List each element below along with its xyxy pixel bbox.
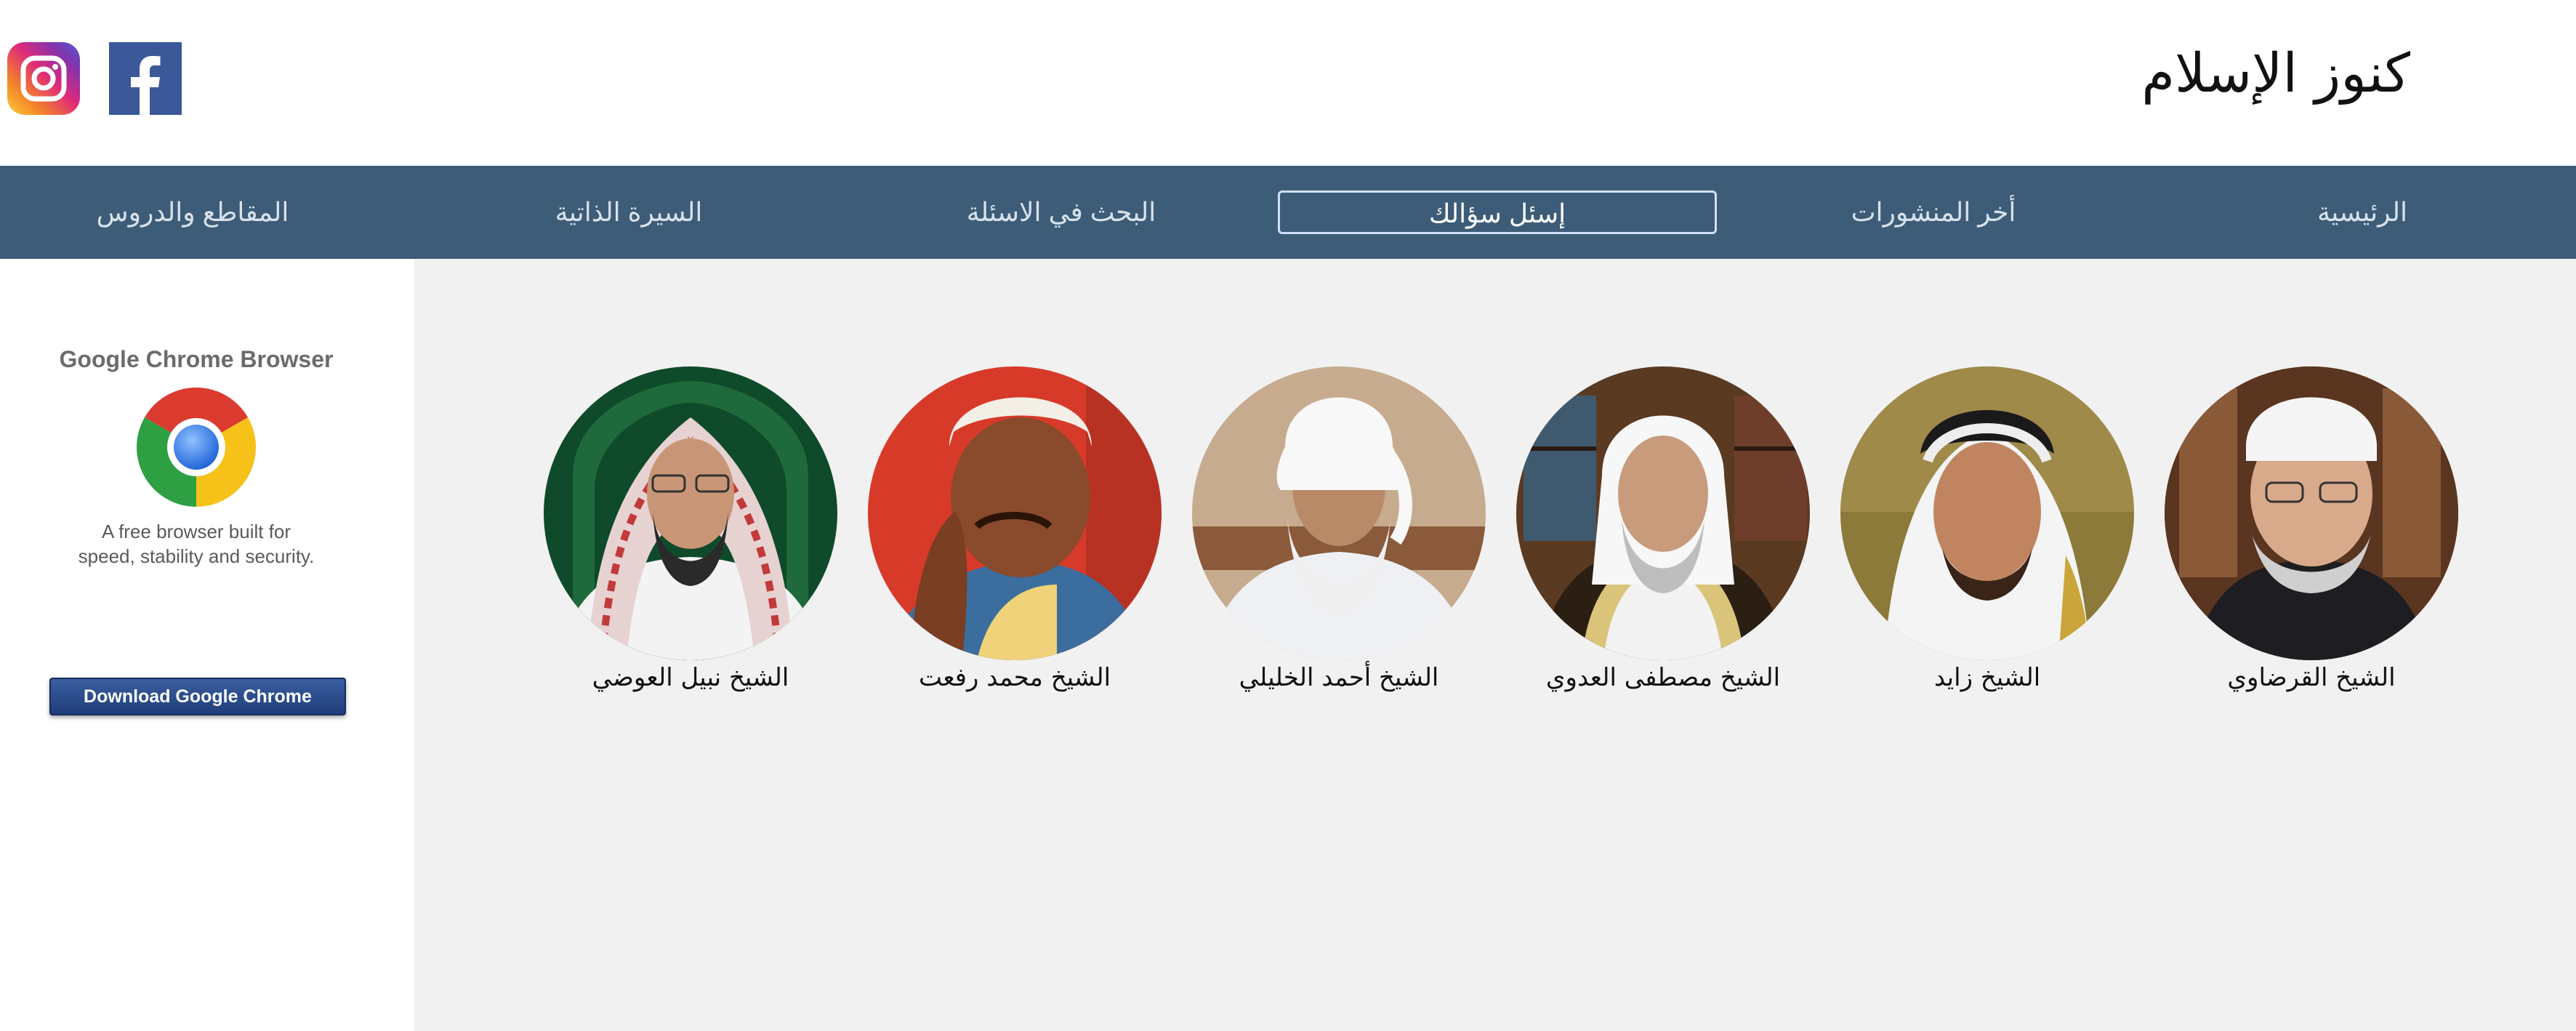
scholar-photo[interactable]: [2165, 366, 2458, 660]
scholar-card-qaradawi[interactable]: الشيخ القرضاوي: [2159, 366, 2464, 715]
ad-description: A free browser built for speed, stabilit…: [78, 521, 315, 567]
nav-item-search-questions[interactable]: البحث في الاسئلة: [938, 166, 1185, 259]
sidebar: Google Chrome Browser A free browser bui…: [0, 259, 414, 1031]
scholar-name[interactable]: الشيخ نبيل العوضي: [538, 663, 843, 692]
scholar-card-awadi[interactable]: الشيخ نبيل العوضي: [538, 366, 843, 715]
instagram-icon[interactable]: [7, 42, 80, 115]
chrome-logo-icon: [134, 385, 258, 509]
scholar-name[interactable]: الشيخ أحمد الخليلي: [1186, 663, 1492, 692]
site-title[interactable]: كنوز الإسلام: [2141, 42, 2410, 105]
scholar-photo[interactable]: [544, 366, 837, 660]
scholar-name[interactable]: الشيخ زايد: [1835, 663, 2140, 692]
main-nav: الرئيسية أخر المنشورات إسئل سؤالك البحث …: [0, 166, 2576, 259]
main-content: الشيخ القرضاوي الشيخ زايد الشيخ مصطفى ال…: [414, 259, 2576, 1031]
scholar-card-adawi[interactable]: الشيخ مصطفى العدوي: [1510, 366, 1816, 715]
ad-title: Google Chrome Browser: [59, 346, 334, 372]
download-chrome-button[interactable]: Download Google Chrome: [49, 678, 346, 715]
nav-item-home[interactable]: الرئيسية: [2297, 166, 2428, 259]
scholar-photo[interactable]: [1516, 366, 1810, 660]
facebook-icon[interactable]: [109, 42, 182, 115]
scholar-name[interactable]: الشيخ محمد رفعت: [862, 663, 1167, 692]
nav-item-clips-lessons[interactable]: المقاطع والدروس: [80, 166, 305, 259]
scholar-card-zayed[interactable]: الشيخ زايد: [1835, 366, 2140, 715]
nav-item-ask-question[interactable]: إسئل سؤالك: [1278, 190, 1717, 234]
nav-item-biography[interactable]: السيرة الذاتية: [538, 166, 720, 259]
scholar-card-khalili[interactable]: الشيخ أحمد الخليلي: [1186, 366, 1492, 715]
scholar-photo[interactable]: [1192, 366, 1486, 660]
scholar-name[interactable]: الشيخ القرضاوي: [2159, 663, 2464, 692]
scholar-photo[interactable]: [868, 366, 1162, 660]
scholar-card-refaat[interactable]: الشيخ محمد رفعت: [862, 366, 1167, 715]
scholar-photo[interactable]: [1840, 366, 2134, 660]
site-header: كنوز الإسلام: [0, 0, 2576, 166]
scholar-name[interactable]: الشيخ مصطفى العدوي: [1510, 663, 1816, 692]
nav-item-latest-posts[interactable]: أخر المنشورات: [1817, 166, 2050, 259]
chrome-ad[interactable]: Google Chrome Browser A free browser bui…: [44, 346, 349, 715]
